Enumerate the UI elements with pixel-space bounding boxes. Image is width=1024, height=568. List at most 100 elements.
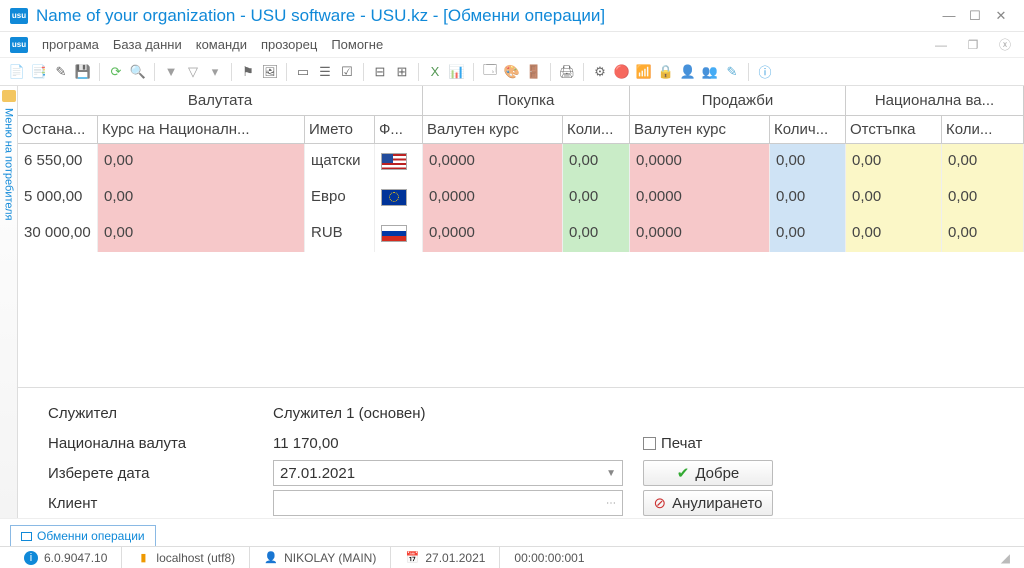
table-row[interactable]: 6 550,000,00щатски0,00000,000,00000,000,…	[18, 144, 1024, 180]
col-flag[interactable]: Ф...	[375, 116, 423, 143]
users-icon[interactable]: 👥	[701, 63, 719, 81]
menu-commands[interactable]: команди	[196, 37, 247, 52]
employee-label: Служител	[48, 405, 273, 422]
cell: 0,00	[563, 216, 630, 252]
window-icon[interactable]: 🗔	[481, 63, 499, 81]
tree-icon[interactable]: ⊟	[371, 63, 389, 81]
filter-clear-icon[interactable]: ▽	[184, 63, 202, 81]
status-date: 27.01.2021	[425, 551, 485, 565]
form-area: Служител Служител 1 (основен) Национална…	[18, 387, 1024, 518]
cell: 0,00	[846, 144, 942, 180]
gear-icon[interactable]: ⚙	[591, 63, 609, 81]
close-button[interactable]: ✕	[988, 8, 1014, 24]
cell: Евро	[305, 180, 375, 216]
color-icon[interactable]: 🔴	[613, 63, 631, 81]
folder-icon	[2, 90, 16, 102]
palette-icon[interactable]: 🎨	[503, 63, 521, 81]
col-natqty[interactable]: Коли...	[942, 116, 1024, 143]
cell: 0,0000	[630, 180, 770, 216]
col-sellqty[interactable]: Колич...	[770, 116, 846, 143]
db-icon: ▮	[136, 551, 150, 565]
cell: 0,00	[770, 144, 846, 180]
print-icon[interactable]: 🖨	[558, 63, 576, 81]
group-currency[interactable]: Валутата	[18, 86, 423, 115]
exit-icon[interactable]: 🚪	[525, 63, 543, 81]
col-natrate[interactable]: Курс на Националн...	[98, 116, 305, 143]
cell: щатски	[305, 144, 375, 180]
lock-icon[interactable]: 🔒	[657, 63, 675, 81]
menubar: usu програма База данни команди прозорец…	[0, 32, 1024, 58]
table-row[interactable]: 5 000,000,00Евро0,00000,000,00000,000,00…	[18, 180, 1024, 216]
col-buyqty[interactable]: Коли...	[563, 116, 630, 143]
refresh-icon[interactable]: ⟳	[107, 63, 125, 81]
col-sellrate[interactable]: Валутен курс	[630, 116, 770, 143]
filter-icon[interactable]: ▼	[162, 63, 180, 81]
image-icon[interactable]: 🖼	[261, 63, 279, 81]
ru-flag-icon	[381, 225, 407, 242]
export-excel-icon[interactable]: X	[426, 63, 444, 81]
group-national[interactable]: Национална ва...	[846, 86, 1024, 115]
cell: 5 000,00	[18, 180, 98, 216]
user-icon[interactable]: 👤	[679, 63, 697, 81]
list-icon[interactable]: ☰	[316, 63, 334, 81]
save-icon[interactable]: 💾	[74, 63, 92, 81]
group-buy[interactable]: Покупка	[423, 86, 630, 115]
titlebar: usu Name of your organization - USU soft…	[0, 0, 1024, 32]
cell-flag	[375, 144, 423, 180]
cell: 0,00	[98, 144, 305, 180]
mdi-restore-button[interactable]: ❐	[964, 38, 982, 52]
cell: 0,00	[770, 180, 846, 216]
grid-column-header: Остана... Курс на Националн... Името Ф..…	[18, 116, 1024, 144]
card-icon[interactable]: ▭	[294, 63, 312, 81]
resize-grip[interactable]: ◢	[1001, 551, 1014, 565]
col-remain[interactable]: Остана...	[18, 116, 98, 143]
flag-icon[interactable]: ⚑	[239, 63, 257, 81]
new-icon[interactable]: 📄	[8, 63, 26, 81]
print-checkbox[interactable]: Печат	[643, 435, 702, 452]
app-logo-icon: usu	[10, 37, 28, 53]
print-label: Печат	[661, 435, 702, 452]
search-icon[interactable]: 🔍	[129, 63, 147, 81]
cell: 0,0000	[630, 216, 770, 252]
side-tab[interactable]: Меню на потребителя	[0, 86, 18, 518]
ok-button[interactable]: ✔Добре	[643, 460, 773, 486]
cell: 0,00	[98, 216, 305, 252]
mdi-minimize-button[interactable]: —	[932, 38, 950, 52]
export-chart-icon[interactable]: 📊	[448, 63, 466, 81]
copy-icon[interactable]: 📑	[30, 63, 48, 81]
col-name[interactable]: Името	[305, 116, 375, 143]
maximize-button[interactable]: ☐	[962, 8, 988, 24]
minimize-button[interactable]: —	[936, 8, 962, 23]
tab-exchange[interactable]: Обменни операции	[10, 525, 156, 546]
filter-edit-icon[interactable]: ▾	[206, 63, 224, 81]
menu-window[interactable]: прозорец	[261, 37, 317, 52]
info-icon: i	[24, 551, 38, 565]
info-icon[interactable]: ⓘ	[756, 63, 774, 81]
cell: 0,00	[942, 180, 1024, 216]
status-version: 6.0.9047.10	[44, 551, 107, 565]
menu-help[interactable]: Помогне	[331, 37, 383, 52]
side-tab-label: Меню на потребителя	[3, 108, 15, 221]
mdi-close-button[interactable]: ⓧ	[996, 36, 1014, 53]
document-tabs: Обменни операции	[0, 518, 1024, 546]
calendar-icon: 📅	[405, 551, 419, 565]
employee-value: Служител 1 (основен)	[273, 405, 623, 422]
tool-icon[interactable]: ✎	[723, 63, 741, 81]
group-sell[interactable]: Продажби	[630, 86, 846, 115]
menu-program[interactable]: програма	[42, 37, 99, 52]
edit-icon[interactable]: ✎	[52, 63, 70, 81]
rss-icon[interactable]: 📶	[635, 63, 653, 81]
table-row[interactable]: 30 000,000,00RUB0,00000,000,00000,000,00…	[18, 216, 1024, 252]
col-discount[interactable]: Отстъпка	[846, 116, 942, 143]
grid-body: 6 550,000,00щатски0,00000,000,00000,000,…	[18, 144, 1024, 252]
date-select[interactable]: 27.01.2021▼	[273, 460, 623, 486]
cancel-button[interactable]: ⊘Анулирането	[643, 490, 773, 516]
check-icon[interactable]: ☑	[338, 63, 356, 81]
check-icon: ✔	[677, 464, 690, 482]
toolbar: 📄 📑 ✎ 💾 ⟳ 🔍 ▼ ▽ ▾ ⚑ 🖼 ▭ ☰ ☑ ⊟ ⊞ X 📊 🗔 🎨 …	[0, 58, 1024, 86]
cell: 0,00	[98, 180, 305, 216]
col-buyrate[interactable]: Валутен курс	[423, 116, 563, 143]
menu-database[interactable]: База данни	[113, 37, 182, 52]
client-select[interactable]: ⋯	[273, 490, 623, 516]
expand-icon[interactable]: ⊞	[393, 63, 411, 81]
